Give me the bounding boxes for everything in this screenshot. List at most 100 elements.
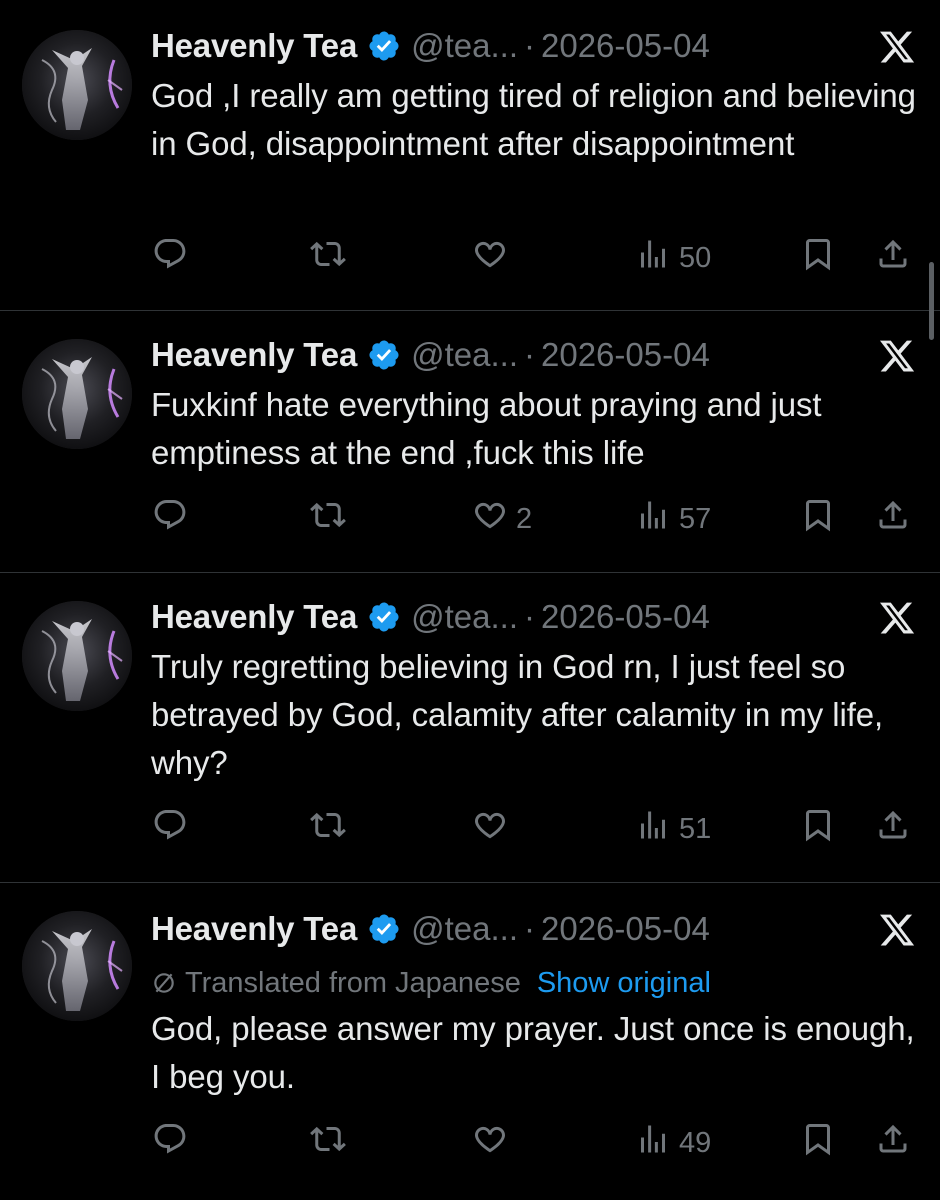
verified-badge-icon — [367, 600, 401, 634]
tweet-actions: 50 — [150, 236, 920, 280]
share-icon — [875, 497, 911, 541]
views-button[interactable]: 51 — [635, 807, 711, 851]
reply-button[interactable] — [152, 1121, 196, 1165]
views-chart-icon — [635, 1121, 671, 1165]
share-icon — [875, 1121, 911, 1165]
bookmark-icon — [800, 236, 836, 280]
retweet-button[interactable] — [310, 497, 354, 541]
translation-notice: Translated from Japanese Show original — [151, 963, 711, 1003]
tweet-date[interactable]: 2026-05-04 — [541, 910, 710, 948]
bookmark-button[interactable] — [800, 807, 836, 851]
reply-icon — [152, 236, 188, 280]
author-name[interactable]: Heavenly Tea — [151, 910, 357, 948]
reply-icon — [152, 807, 188, 851]
reply-button[interactable] — [152, 807, 196, 851]
tweet[interactable]: Heavenly Tea @tea... · 2026-05-04 God ,I… — [0, 0, 940, 311]
tweet[interactable]: Heavenly Tea @tea... · 2026-05-04 Transl… — [0, 883, 940, 1200]
heart-icon — [472, 497, 508, 541]
verified-badge-icon — [367, 338, 401, 372]
reply-icon — [152, 1121, 188, 1165]
like-count: 2 — [516, 502, 533, 535]
reply-button[interactable] — [152, 497, 196, 541]
avatar[interactable] — [22, 601, 132, 711]
retweet-button[interactable] — [310, 1121, 354, 1165]
tweet-date[interactable]: 2026-05-04 — [541, 27, 710, 65]
bookmark-button[interactable] — [800, 1121, 836, 1165]
avatar[interactable] — [22, 30, 132, 140]
heart-icon — [472, 807, 508, 851]
separator-dot: · — [524, 910, 535, 947]
like-button[interactable] — [472, 236, 516, 280]
author-name[interactable]: Heavenly Tea — [151, 336, 357, 374]
timeline-feed: Heavenly Tea @tea... · 2026-05-04 God ,I… — [0, 0, 940, 1200]
tweet-text: Fuxkinf hate everything about praying an… — [151, 386, 822, 471]
retweet-button[interactable] — [310, 236, 354, 280]
retweet-button[interactable] — [310, 807, 354, 851]
retweet-icon — [310, 497, 346, 541]
bookmark-button[interactable] — [800, 236, 836, 280]
verified-badge-icon — [367, 29, 401, 63]
view-count: 51 — [679, 812, 712, 845]
x-logo-icon — [878, 28, 916, 66]
avatar[interactable] — [22, 911, 132, 1021]
author-handle[interactable]: @tea... — [411, 27, 518, 65]
verified-badge-icon — [367, 912, 401, 946]
separator-dot: · — [524, 598, 535, 635]
views-button[interactable]: 50 — [635, 236, 711, 280]
author-name[interactable]: Heavenly Tea — [151, 598, 357, 636]
show-original-link[interactable]: Show original — [537, 967, 711, 1000]
tweet-actions: 2 57 — [150, 497, 920, 541]
tweet-text: Truly regretting believing in God rn, I … — [151, 648, 884, 781]
x-logo-icon — [878, 911, 916, 949]
bookmark-icon — [800, 497, 836, 541]
author-handle[interactable]: @tea... — [411, 910, 518, 948]
view-count: 50 — [679, 241, 712, 274]
author-handle[interactable]: @tea... — [411, 598, 518, 636]
retweet-icon — [310, 236, 346, 280]
tweet-text: God, please answer my prayer. Just once … — [151, 1010, 915, 1095]
x-logo-icon — [878, 337, 916, 375]
share-button[interactable] — [875, 807, 911, 851]
tweet-header: Heavenly Tea @tea... · 2026-05-04 — [151, 333, 851, 377]
separator-dot: · — [524, 27, 535, 64]
share-icon — [875, 236, 911, 280]
translate-icon — [151, 970, 177, 996]
translated-label: Translated from Japanese — [185, 966, 521, 999]
tweet-header: Heavenly Tea @tea... · 2026-05-04 — [151, 24, 851, 68]
heart-icon — [472, 236, 508, 280]
tweet-header: Heavenly Tea @tea... · 2026-05-04 — [151, 907, 851, 951]
retweet-icon — [310, 1121, 346, 1165]
retweet-icon — [310, 807, 346, 851]
share-button[interactable] — [875, 236, 911, 280]
views-chart-icon — [635, 807, 671, 851]
tweet-actions: 51 — [150, 807, 920, 851]
x-logo-icon — [878, 599, 916, 637]
views-button[interactable]: 57 — [635, 497, 711, 541]
tweet-date[interactable]: 2026-05-04 — [541, 336, 710, 374]
bookmark-icon — [800, 807, 836, 851]
bookmark-button[interactable] — [800, 497, 836, 541]
reply-button[interactable] — [152, 236, 196, 280]
views-chart-icon — [635, 497, 671, 541]
like-button[interactable]: 2 — [472, 497, 532, 541]
like-button[interactable] — [472, 1121, 516, 1165]
share-button[interactable] — [875, 1121, 911, 1165]
views-chart-icon — [635, 236, 671, 280]
scrollbar-thumb[interactable] — [929, 262, 934, 340]
author-name[interactable]: Heavenly Tea — [151, 27, 357, 65]
tweet-date[interactable]: 2026-05-04 — [541, 598, 710, 636]
heart-icon — [472, 1121, 508, 1165]
view-count: 57 — [679, 502, 712, 535]
tweet[interactable]: Heavenly Tea @tea... · 2026-05-04 Fuxkin… — [0, 311, 940, 573]
share-button[interactable] — [875, 497, 911, 541]
tweet[interactable]: Heavenly Tea @tea... · 2026-05-04 Truly … — [0, 573, 940, 883]
like-button[interactable] — [472, 807, 516, 851]
reply-icon — [152, 497, 188, 541]
view-count: 49 — [679, 1126, 712, 1159]
bookmark-icon — [800, 1121, 836, 1165]
avatar[interactable] — [22, 339, 132, 449]
views-button[interactable]: 49 — [635, 1121, 711, 1165]
author-handle[interactable]: @tea... — [411, 336, 518, 374]
share-icon — [875, 807, 911, 851]
tweet-text: God ,I really am getting tired of religi… — [151, 77, 916, 162]
